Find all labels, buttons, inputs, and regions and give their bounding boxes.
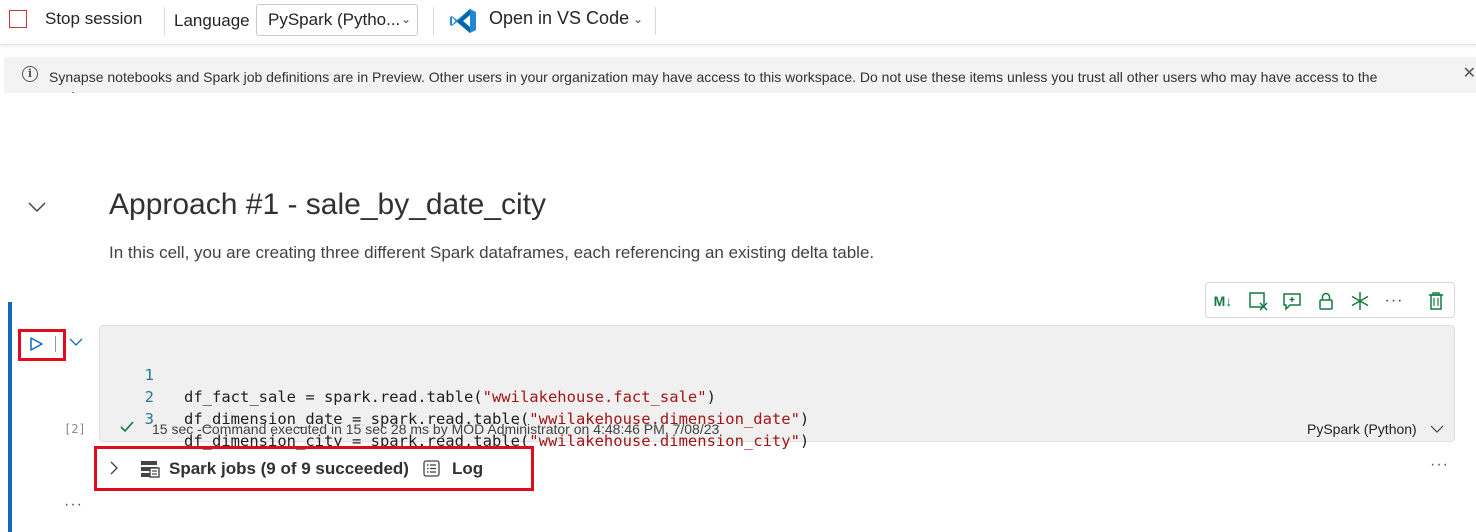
clear-output-icon[interactable]	[1247, 290, 1269, 312]
banner-message: Synapse notebooks and Spark job definiti…	[49, 69, 1378, 93]
cell-language-label[interactable]: PySpark (Python)	[1307, 421, 1417, 437]
chevron-down-icon: ⌄	[633, 12, 644, 26]
chevron-down-icon: ⌄	[400, 12, 411, 26]
spark-jobs-label: Spark jobs (9 of 9 succeeded)	[169, 459, 409, 478]
toolbar-divider	[433, 7, 434, 35]
run-cell-icon[interactable]	[28, 336, 44, 352]
line-number: 2	[144, 388, 154, 406]
spark-jobs-icon	[141, 461, 160, 478]
log-label: Log	[452, 459, 484, 478]
markdown-text: In this cell, you are creating three dif…	[109, 243, 875, 262]
cell-more-icon[interactable]: ···	[64, 496, 83, 514]
code-line: 3 df_dimension_city = spark.read.table("…	[100, 386, 810, 450]
chevron-right-icon[interactable]	[108, 461, 120, 475]
stop-icon	[9, 10, 27, 28]
more-options-icon[interactable]: ···	[1383, 290, 1405, 312]
preview-banner: i Synapse notebooks and Spark job defini…	[4, 57, 1476, 93]
execution-status: 15 sec -Command executed in 15 sec 28 ms…	[152, 421, 720, 437]
output-more-icon[interactable]: ···	[1430, 456, 1449, 474]
toolbar-divider	[655, 7, 656, 35]
chevron-down-icon[interactable]	[68, 334, 84, 350]
line-number: 1	[144, 366, 154, 384]
log-icon	[423, 460, 440, 477]
info-icon: i	[22, 66, 38, 82]
checkmark-icon	[120, 421, 134, 433]
delete-icon[interactable]	[1425, 290, 1447, 312]
cell-toolbar: M↓ ···	[1205, 282, 1455, 318]
comment-icon[interactable]	[1281, 290, 1303, 312]
run-divider	[55, 336, 56, 352]
code-line: 2 df_dimension_date = spark.read.table("…	[100, 364, 810, 428]
language-dropdown-value: PySpark (Pytho...	[268, 10, 401, 29]
freeze-icon[interactable]	[1349, 290, 1371, 312]
markdown-heading: Approach #1 - sale_by_date_city	[109, 188, 546, 221]
execution-count: [2]	[64, 422, 86, 436]
toolbar-divider	[164, 7, 165, 35]
vscode-icon	[450, 9, 476, 33]
close-icon[interactable]: ✕	[1463, 63, 1476, 83]
markdown-toggle-icon[interactable]: M↓	[1210, 290, 1236, 312]
notebook-toolbar: Stop session Language PySpark (Pytho... …	[0, 0, 1476, 45]
language-dropdown[interactable]: PySpark (Pytho... ⌄	[256, 4, 418, 36]
collapse-chevron-icon[interactable]	[26, 196, 48, 218]
open-in-vscode-label: Open in VS Code	[489, 8, 630, 28]
code-line: 1 df_fact_sale = spark.read.table("wwila…	[100, 342, 716, 406]
active-cell-indicator	[8, 302, 12, 532]
language-label: Language	[174, 11, 250, 30]
chevron-down-icon[interactable]	[1430, 422, 1444, 436]
lock-icon[interactable]	[1315, 290, 1337, 312]
code-text: df_fact_sale = spark.read.table("wwilake…	[184, 388, 716, 406]
stop-session-label: Stop session	[45, 9, 143, 28]
